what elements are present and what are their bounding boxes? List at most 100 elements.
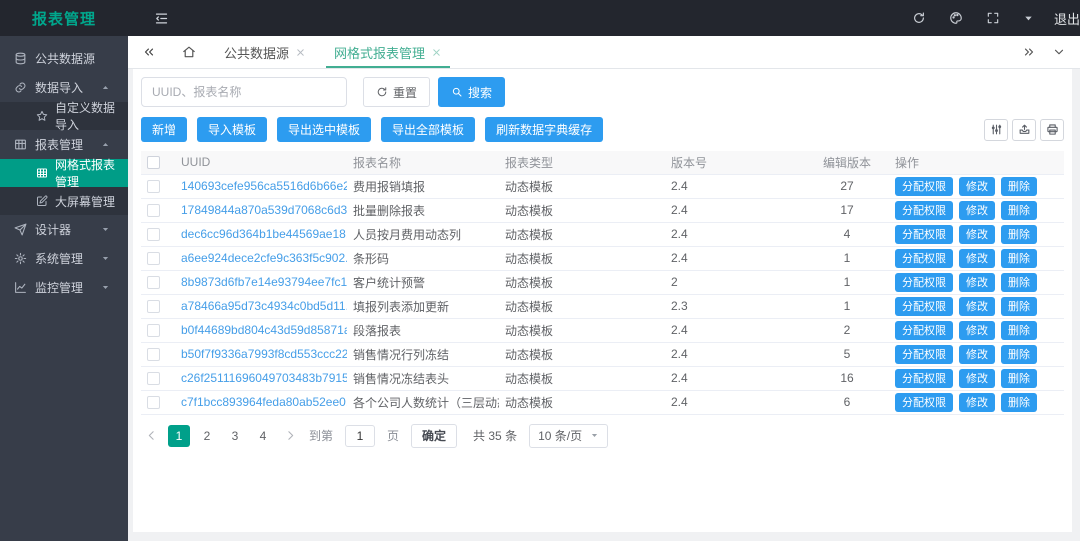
export-selected-button[interactable]: 导出选中模板 (277, 117, 371, 142)
assign-permission-button[interactable]: 分配权限 (895, 177, 953, 196)
modify-button[interactable]: 修改 (959, 249, 995, 268)
table-icon (14, 138, 27, 151)
jump-page-input[interactable] (345, 425, 375, 447)
tabs-overflow-icon[interactable] (1022, 45, 1036, 59)
row-checkbox[interactable] (147, 396, 160, 409)
modify-button[interactable]: 修改 (959, 393, 995, 412)
assign-permission-button[interactable]: 分配权限 (895, 273, 953, 292)
modify-button[interactable]: 修改 (959, 225, 995, 244)
uuid-link[interactable]: c26f25111696049703483b7915... (181, 371, 347, 385)
print-button[interactable] (1040, 119, 1064, 141)
modify-button[interactable]: 修改 (959, 345, 995, 364)
uuid-link[interactable]: a78466a95d73c4934c0bd5d11... (181, 299, 347, 313)
assign-permission-button[interactable]: 分配权限 (895, 393, 953, 412)
prev-page-icon[interactable] (141, 429, 162, 442)
page-number-2[interactable]: 2 (196, 425, 218, 447)
import-template-button[interactable]: 导入模板 (197, 117, 267, 142)
uuid-link[interactable]: 8b9873d6fb7e14e93794ee7fc1... (181, 275, 347, 289)
reset-button[interactable]: 重置 (363, 77, 430, 107)
refresh-dict-cache-button[interactable]: 刷新数据字典缓存 (485, 117, 603, 142)
row-checkbox[interactable] (147, 300, 160, 313)
assign-permission-button[interactable]: 分配权限 (895, 201, 953, 220)
sidebar-item-data-import[interactable]: 数据导入 (0, 73, 128, 102)
uuid-link[interactable]: b50f7f9336a7993f8cd553ccc22... (181, 347, 347, 361)
delete-button[interactable]: 删除 (1001, 273, 1037, 292)
search-button[interactable]: 搜索 (438, 77, 505, 107)
uuid-link[interactable]: a6ee924dece2cfe9c363f5c902... (181, 251, 347, 265)
delete-button[interactable]: 删除 (1001, 177, 1037, 196)
report-name: 各个公司人数统计（三层动态列） (347, 390, 499, 414)
delete-button[interactable]: 删除 (1001, 321, 1037, 340)
page-number-4[interactable]: 4 (252, 425, 274, 447)
page-size-select[interactable]: 10 条/页 (529, 424, 608, 448)
export-button[interactable] (1012, 119, 1036, 141)
palette-icon[interactable] (949, 11, 963, 25)
sidebar-item-big-screen-manage[interactable]: 大屏幕管理 (0, 187, 128, 215)
modify-button[interactable]: 修改 (959, 321, 995, 340)
page-number-1[interactable]: 1 (168, 425, 190, 447)
page-number-3[interactable]: 3 (224, 425, 246, 447)
delete-button[interactable]: 删除 (1001, 225, 1037, 244)
export-all-button[interactable]: 导出全部模板 (381, 117, 475, 142)
assign-permission-button[interactable]: 分配权限 (895, 225, 953, 244)
sidebar-item-system-manage[interactable]: 系统管理 (0, 244, 128, 273)
uuid-link[interactable]: 140693cefe956ca5516d6b66e2... (181, 179, 347, 193)
delete-button[interactable]: 删除 (1001, 249, 1037, 268)
uuid-link[interactable]: b0f44689bd804c43d59d85871a... (181, 323, 347, 337)
logout-button[interactable]: 退出 (1054, 9, 1080, 28)
row-checkbox[interactable] (147, 228, 160, 241)
modify-button[interactable]: 修改 (959, 273, 995, 292)
row-checkbox[interactable] (147, 372, 160, 385)
row-actions: 分配权限修改删除 (889, 342, 1064, 366)
sidebar-item-custom-data-import[interactable]: 自定义数据导入 (0, 102, 128, 130)
next-page-icon[interactable] (280, 429, 301, 442)
tabs-collapse-icon[interactable] (128, 45, 168, 59)
select-all-checkbox[interactable] (147, 156, 160, 169)
assign-permission-button[interactable]: 分配权限 (895, 297, 953, 316)
modify-button[interactable]: 修改 (959, 369, 995, 388)
modify-button[interactable]: 修改 (959, 177, 995, 196)
fullscreen-icon[interactable] (986, 11, 1000, 25)
reset-icon (376, 86, 388, 98)
tab-grid-report-manage[interactable]: 网格式报表管理 (320, 36, 456, 68)
refresh-icon[interactable] (912, 11, 926, 25)
assign-permission-button[interactable]: 分配权限 (895, 345, 953, 364)
assign-permission-button[interactable]: 分配权限 (895, 321, 953, 340)
add-button[interactable]: 新增 (141, 117, 187, 142)
close-icon[interactable] (295, 47, 306, 58)
uuid-link[interactable]: 17849844a870a539d7068c6d3... (181, 203, 347, 217)
edit-version: 27 (805, 174, 889, 198)
delete-button[interactable]: 删除 (1001, 345, 1037, 364)
sidebar-item-public-datasource[interactable]: 公共数据源 (0, 44, 128, 73)
uuid-link[interactable]: c7f1bcc893964feda80ab52ee0... (181, 395, 347, 409)
row-checkbox[interactable] (147, 276, 160, 289)
home-icon[interactable] (168, 45, 210, 59)
caret-down-icon[interactable] (1023, 13, 1034, 24)
sidebar-item-designer[interactable]: 设计器 (0, 215, 128, 244)
close-icon[interactable] (431, 47, 442, 58)
tabs-menu-icon[interactable] (1052, 45, 1066, 59)
row-checkbox[interactable] (147, 324, 160, 337)
sidebar-item-report-manage[interactable]: 报表管理 (0, 130, 128, 159)
delete-button[interactable]: 删除 (1001, 297, 1037, 316)
uuid-link[interactable]: dec6cc96d364b1be44569ae18... (181, 227, 347, 241)
row-checkbox[interactable] (147, 348, 160, 361)
delete-button[interactable]: 删除 (1001, 201, 1037, 220)
row-checkbox[interactable] (147, 204, 160, 217)
assign-permission-button[interactable]: 分配权限 (895, 369, 953, 388)
search-input[interactable] (141, 77, 347, 107)
delete-button[interactable]: 删除 (1001, 393, 1037, 412)
delete-button[interactable]: 删除 (1001, 369, 1037, 388)
jump-confirm-button[interactable]: 确定 (411, 424, 457, 448)
sidebar-item-grid-report-manage[interactable]: 网格式报表管理 (0, 159, 128, 187)
sidebar-toggle-icon[interactable] (154, 11, 169, 26)
modify-button[interactable]: 修改 (959, 297, 995, 316)
columns-button[interactable] (984, 119, 1008, 141)
modify-button[interactable]: 修改 (959, 201, 995, 220)
assign-permission-button[interactable]: 分配权限 (895, 249, 953, 268)
row-checkbox[interactable] (147, 252, 160, 265)
tab-public-datasource[interactable]: 公共数据源 (210, 36, 320, 68)
sidebar-item-monitor-manage[interactable]: 监控管理 (0, 273, 128, 302)
row-checkbox[interactable] (147, 180, 160, 193)
edit-version: 6 (805, 390, 889, 414)
